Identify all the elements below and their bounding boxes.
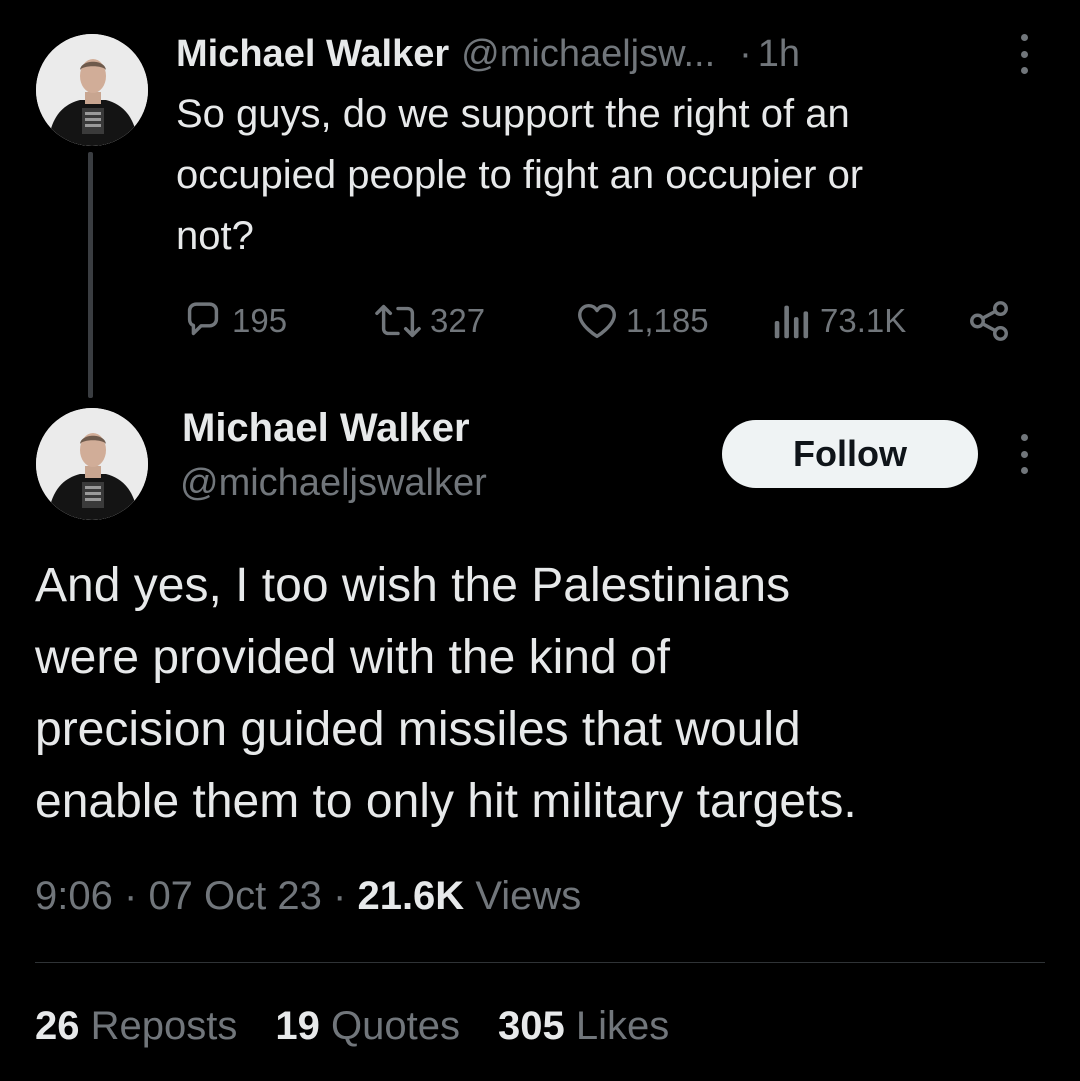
main-tweet-text: And yes, I too wish the Palestinians wer… xyxy=(35,550,1055,838)
likes-stat[interactable]: 305 Likes xyxy=(498,1004,669,1049)
more-options-icon[interactable] xyxy=(1018,434,1030,474)
repost-arrows-icon xyxy=(372,298,424,344)
main-text-line: were provided with the kind of xyxy=(35,631,671,684)
avatar-photo xyxy=(36,34,148,146)
reply-separator: · xyxy=(739,32,752,75)
reposts-stat[interactable]: 26 Reposts xyxy=(35,1004,237,1049)
engagement-stats: 26 Reposts 19 Quotes 305 Likes xyxy=(35,1004,707,1049)
views-label: Views xyxy=(475,874,582,918)
quotes-count: 19 xyxy=(275,1004,320,1048)
repost-button[interactable]: 327 xyxy=(372,298,485,344)
main-text-line: And yes, I too wish the Palestinians xyxy=(35,559,791,612)
tweet-date[interactable]: 07 Oct 23 xyxy=(148,874,321,918)
meta-separator: · xyxy=(333,874,347,918)
reply-count: 195 xyxy=(232,302,288,339)
like-button[interactable]: 1,185 xyxy=(574,298,709,344)
main-author-name[interactable]: Michael Walker xyxy=(182,406,470,451)
bar-chart-icon xyxy=(770,298,814,344)
divider xyxy=(35,962,1045,963)
thread-connector-line xyxy=(88,152,93,398)
reply-author-name[interactable]: Michael Walker xyxy=(176,33,449,76)
reply-tweet-text: So guys, do we support the right of an o… xyxy=(176,84,1026,267)
likes-label: Likes xyxy=(575,1004,670,1048)
quotes-label: Quotes xyxy=(331,1004,460,1048)
reply-tweet-header: Michael Walker @michaeljsw... · 1h xyxy=(176,26,976,82)
share-nodes-icon xyxy=(966,298,1012,344)
follow-button[interactable]: Follow xyxy=(722,420,978,488)
reply-button[interactable]: 195 xyxy=(180,298,287,344)
like-count: 1,185 xyxy=(626,302,709,339)
avatar-photo xyxy=(36,408,148,520)
reply-text-line: occupied people to fight an occupier or xyxy=(176,153,864,197)
more-options-icon[interactable] xyxy=(1018,34,1030,74)
avatar[interactable] xyxy=(36,34,148,146)
speech-bubble-icon xyxy=(180,298,226,344)
likes-count: 305 xyxy=(497,1004,565,1048)
tweet-time[interactable]: 9:06 xyxy=(35,874,113,918)
reply-text-line: not? xyxy=(176,214,254,258)
heart-icon xyxy=(574,298,620,344)
main-text-line: precision guided missiles that would xyxy=(35,703,801,756)
quotes-stat[interactable]: 19 Quotes xyxy=(275,1004,460,1049)
repost-count: 327 xyxy=(430,302,486,339)
reply-text-line: So guys, do we support the right of an xyxy=(176,92,850,136)
main-author-handle[interactable]: @michaeljswalker xyxy=(180,462,487,505)
views-count: 73.1K xyxy=(820,302,907,339)
avatar[interactable] xyxy=(36,408,148,520)
views-total: 21.6K xyxy=(357,874,465,918)
reply-timestamp[interactable]: 1h xyxy=(758,33,800,76)
share-button[interactable] xyxy=(966,298,1012,344)
reply-author-handle[interactable]: @michaeljsw... xyxy=(461,33,715,76)
meta-separator: · xyxy=(123,874,138,918)
tweet-meta: 9:06 · 07 Oct 23 · 21.6K Views xyxy=(35,874,581,919)
views-button[interactable]: 73.1K xyxy=(770,298,906,344)
reposts-label: Reposts xyxy=(90,1004,238,1048)
reposts-count: 26 xyxy=(35,1004,80,1048)
main-text-line: enable them to only hit military targets… xyxy=(35,775,857,828)
